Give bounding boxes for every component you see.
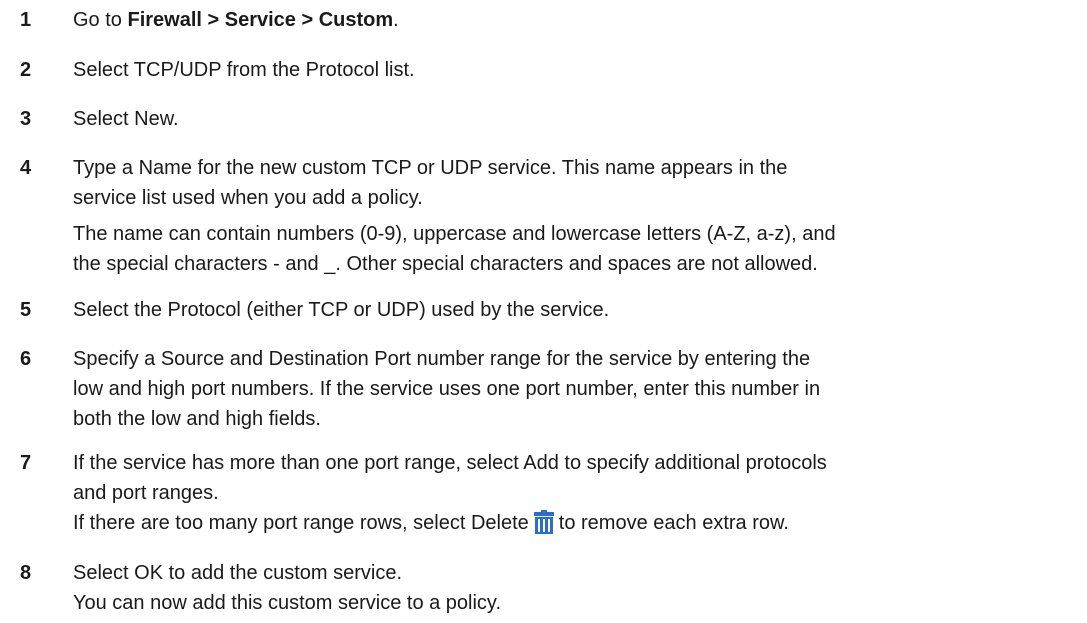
step-text: Select New. (73, 104, 1073, 134)
step-text: Select the Protocol (either TCP or UDP) … (73, 295, 1073, 325)
step-text: Go to Firewall > Service > Custom. (73, 5, 1073, 35)
text-line: Specify a Source and Destination Port nu… (73, 348, 811, 370)
text-line: If the service has more than one port ra… (73, 452, 827, 474)
text-line: service list used when you add a policy. (73, 187, 423, 209)
step-text: If the service has more than one port ra… (73, 448, 1073, 543)
text-line: Select OK to add the custom service. (73, 562, 403, 584)
step-number: 2 (20, 59, 32, 81)
step-paragraph: Select TCP/UDP from the Protocol list. (73, 59, 415, 81)
step-number: 5 (20, 299, 32, 321)
step-number: 6 (20, 348, 32, 370)
step-paragraph: If the service has more than one port ra… (73, 448, 1073, 508)
step-paragraph: Specify a Source and Destination Port nu… (73, 344, 1073, 434)
step-paragraph: Type a Name for the new custom TCP or UD… (73, 153, 1073, 213)
step-paragraph: Select the Protocol (either TCP or UDP) … (73, 299, 610, 321)
text-run: If there are too many port range rows, s… (73, 512, 529, 534)
text-line: low and high port numbers. If the servic… (73, 378, 821, 400)
step-number: 8 (20, 562, 32, 584)
step-text: Select TCP/UDP from the Protocol list. (73, 55, 1073, 85)
step-number: 4 (20, 157, 32, 179)
step-number: 7 (20, 452, 32, 474)
trash-icon (533, 510, 555, 543)
text-run: Go to (73, 9, 128, 31)
text-run: to remove each extra row. (558, 512, 789, 534)
step-text: Select OK to add the custom service. You… (73, 558, 1073, 618)
text-line: Type a Name for the new custom TCP or UD… (73, 157, 788, 179)
step-number: 1 (20, 9, 32, 31)
step-text: Type a Name for the new custom TCP or UD… (73, 153, 1073, 279)
text-line: both the low and high fields. (73, 408, 321, 430)
step-paragraph: If there are too many port range rows, s… (73, 508, 1073, 543)
text-line: and port ranges. (73, 482, 219, 504)
text-line: You can now add this custom service to a… (73, 592, 502, 614)
menu-path: Firewall > Service > Custom (127, 9, 394, 31)
step-paragraph: Go to Firewall > Service > Custom. (73, 5, 1073, 35)
step-paragraph: Select New. (73, 108, 179, 130)
step-text: Specify a Source and Destination Port nu… (73, 344, 1073, 434)
step-paragraph: The name can contain numbers (0-9), uppe… (73, 219, 1073, 279)
step-number: 3 (20, 108, 32, 130)
text-line: The name can contain numbers (0-9), uppe… (73, 223, 836, 245)
step-paragraph: Select OK to add the custom service. You… (73, 558, 1073, 618)
text-run: . (393, 9, 399, 31)
text-line: the special characters - and _. Other sp… (73, 253, 818, 275)
